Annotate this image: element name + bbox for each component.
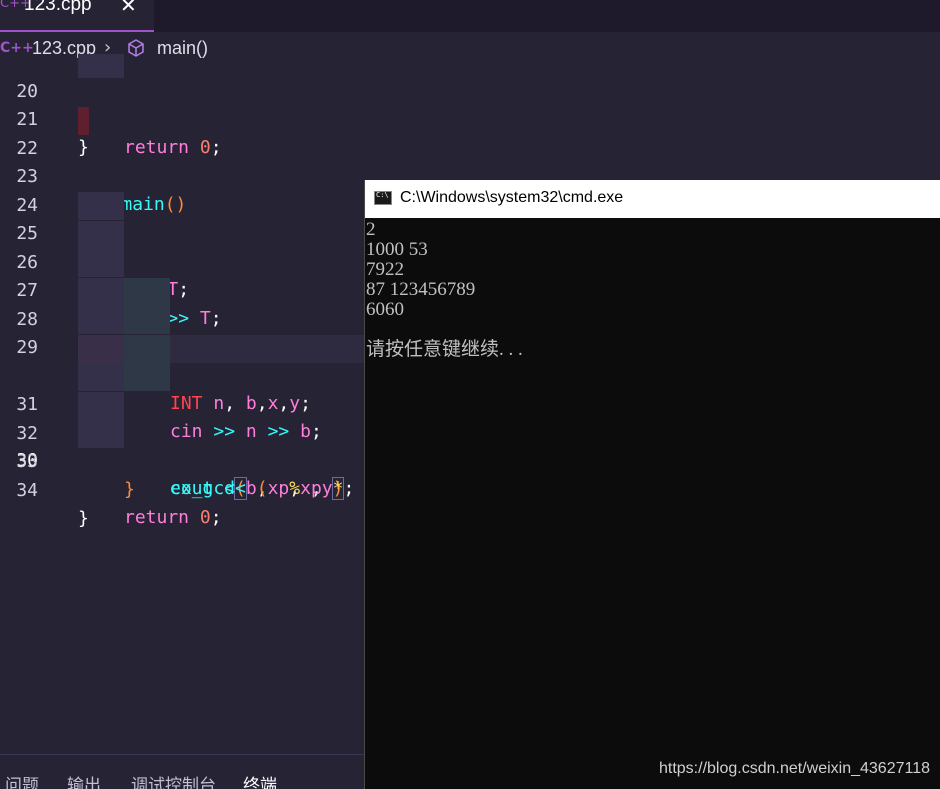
cmd-output-line: 87 123456789	[366, 279, 476, 300]
indent-guide	[78, 306, 124, 334]
indent-guide	[78, 249, 124, 277]
code-line-25[interactable]: 25 int T;	[0, 192, 364, 300]
cmd-output-line: 2	[366, 219, 376, 240]
code-editor[interactable]: 20 return 0; 21 } 22 23 int main() 24 { …	[0, 54, 364, 754]
cmd-output-line: 7922	[366, 259, 404, 280]
code-line-30-current[interactable]: 30 ex_gcd(b, p,x,y);	[0, 335, 364, 500]
code-line-32[interactable]: 32 }	[0, 392, 364, 500]
code-text: cout << (x % p *	[170, 478, 344, 499]
indent-guide	[78, 192, 124, 220]
indent-guide	[78, 54, 124, 78]
indent-guide	[78, 278, 124, 306]
cmd-window-icon	[374, 191, 392, 205]
cmd-title: C:\Windows\system32\cmd.exe	[400, 189, 624, 206]
code-text: }	[78, 508, 89, 529]
cmd-prompt-line: 请按任意键继续. . .	[366, 339, 523, 360]
tab-problems[interactable]: 问题	[5, 771, 39, 789]
code-line-34[interactable]: 34 }	[0, 449, 364, 529]
indent-guide	[78, 420, 124, 448]
indent-guide	[78, 363, 124, 391]
code-line-20[interactable]: 20 return 0;	[0, 54, 364, 158]
cmd-output-line: 1000 53	[366, 239, 428, 260]
indent-guide	[124, 306, 170, 334]
tab-debug-console[interactable]: 调试控制台	[131, 771, 216, 789]
watermark-url: https://blog.csdn.net/weixin_43627118	[658, 760, 930, 777]
indent-guide	[124, 363, 170, 391]
code-line-24[interactable]: 24 {	[0, 164, 364, 244]
indent-guide	[124, 278, 170, 306]
cmd-window[interactable]: C:\Windows\system32\cmd.exe 2 1000 53 79…	[364, 180, 940, 789]
editor-tab-bar: C++ 123.cpp ✕	[0, 0, 940, 32]
code-line-23[interactable]: 23 int main()	[0, 135, 364, 215]
indent-guide	[78, 335, 124, 363]
tab-output[interactable]: 输出	[67, 771, 101, 789]
line-number: 34	[16, 480, 38, 501]
cmd-output-line: 6060	[366, 299, 404, 320]
screenshot-root: C++ 123.cpp ✕ C++ 123.cpp › main() 20 re…	[0, 0, 940, 789]
code-text: }	[124, 479, 135, 500]
code-line-22[interactable]: 22	[0, 107, 364, 159]
code-text: return 0;	[124, 507, 222, 528]
code-line-28[interactable]: 28 INT n, b,x,y;	[0, 278, 364, 414]
indent-guide	[124, 335, 170, 363]
tab-title: 123.cpp	[24, 0, 92, 15]
close-icon[interactable]: ✕	[120, 0, 137, 17]
code-line-29[interactable]: 29 cin >> n >> b;	[0, 306, 364, 442]
tab-123-cpp[interactable]: C++ 123.cpp ✕	[0, 0, 154, 32]
indent-guide	[78, 221, 124, 249]
code-line-21[interactable]: 21 }	[0, 78, 364, 158]
cmd-output[interactable]: 2 1000 53 7922 87 123456789 6060 请按任意键继续…	[366, 219, 936, 360]
tab-terminal[interactable]: 终端	[243, 771, 277, 789]
code-line-26[interactable]: 26 cin >> T;	[0, 221, 364, 329]
code-line-27[interactable]: 27 while(T --){	[0, 249, 364, 357]
diff-marker	[78, 107, 89, 135]
code-line-31[interactable]: 31 cout << (x % p *	[0, 363, 364, 499]
code-line-33[interactable]: 33 return 0;	[0, 420, 364, 528]
panel-tab-bar: 问题 输出 调试控制台 终端	[0, 754, 364, 789]
cmd-title-bar[interactable]: C:\Windows\system32\cmd.exe	[365, 180, 940, 218]
indent-guide	[78, 392, 124, 420]
